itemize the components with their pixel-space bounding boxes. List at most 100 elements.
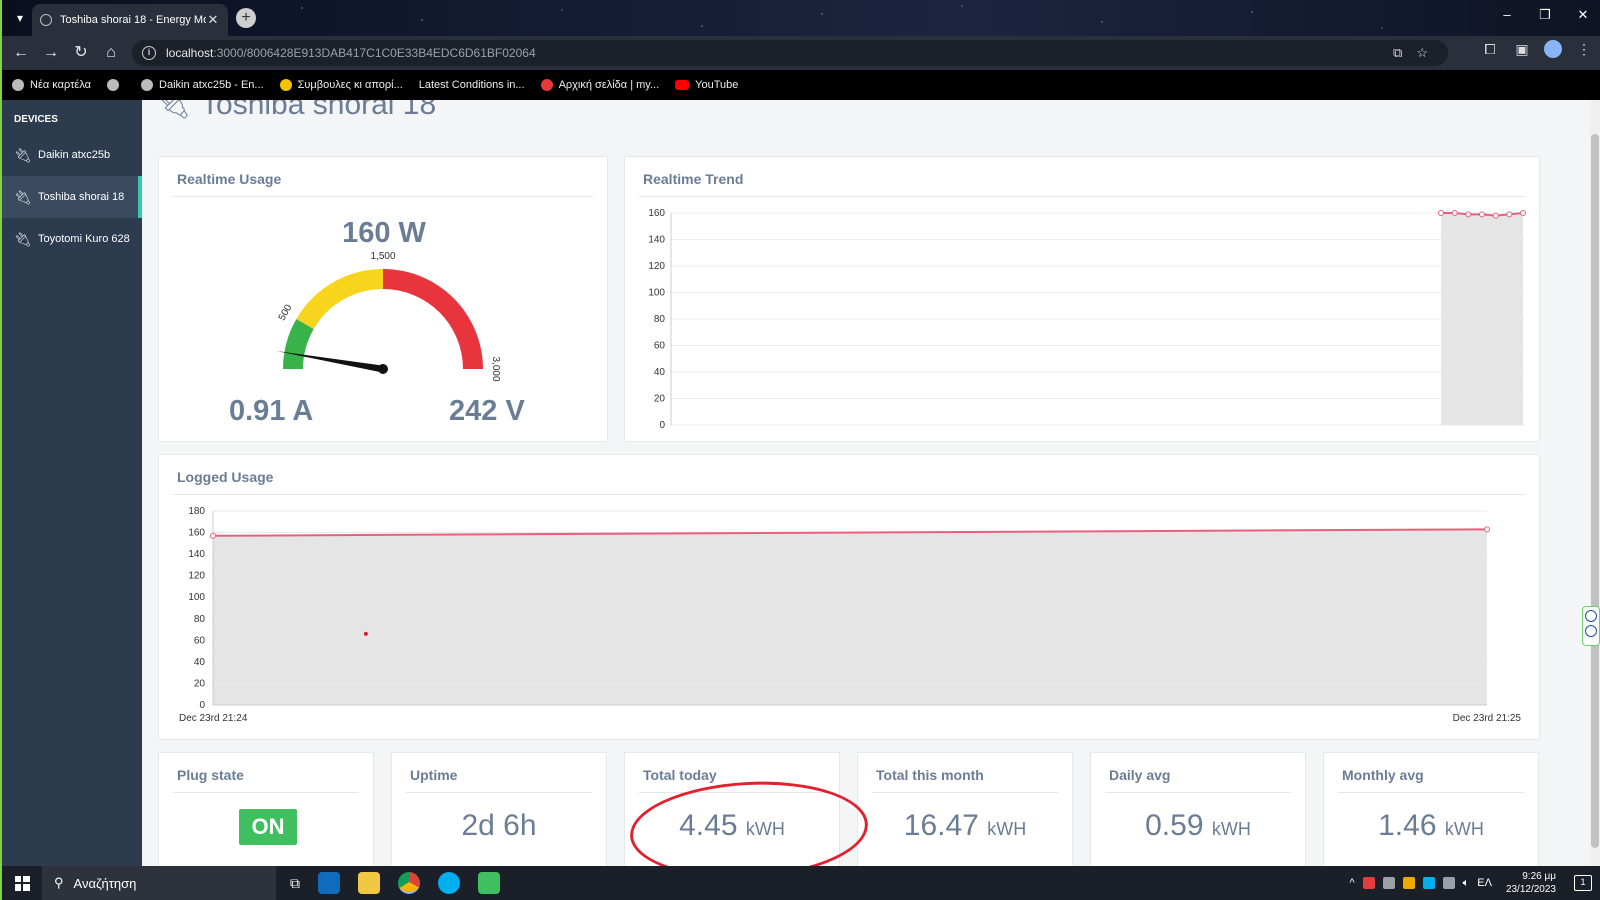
- taskbar-search[interactable]: ⚲ Αναζήτηση: [42, 866, 276, 900]
- widget-icon[interactable]: [1585, 625, 1597, 637]
- side-panel-icon[interactable]: ▣: [1512, 41, 1532, 58]
- forward-icon[interactable]: →: [36, 38, 66, 68]
- plug-icon: 🔌︎: [14, 188, 32, 205]
- sidebar-item-toshiba[interactable]: 🔌︎ Toshiba shorai 18: [2, 176, 142, 218]
- bookmark-item[interactable]: Αρχική σελίδα | my...: [540, 79, 660, 91]
- tab-search-icon[interactable]: ▾: [10, 8, 30, 28]
- skype-icon[interactable]: [438, 872, 460, 894]
- plug-state-card: Plug state ON: [158, 752, 374, 866]
- menu-icon[interactable]: ⋮: [1574, 41, 1594, 58]
- tray-app-icon[interactable]: [1382, 877, 1395, 889]
- sidebar-item-toyotomi[interactable]: 🔌︎ Toyotomi Kuro 628: [2, 218, 142, 260]
- notifications-icon[interactable]: 1: [1574, 875, 1592, 891]
- bookmark-label: Αρχική σελίδα | my...: [558, 79, 660, 91]
- bookmark-label: Latest Conditions in...: [418, 79, 525, 91]
- y-tick-label: 60: [194, 635, 206, 646]
- gauge-needle-hub: [378, 364, 388, 374]
- tray-app-icon[interactable]: [1422, 877, 1435, 889]
- card-title: Monthly avg: [1342, 767, 1424, 783]
- reload-icon[interactable]: ↻: [66, 38, 96, 68]
- divider: [1338, 792, 1524, 793]
- plug-icon: 🔌︎: [14, 230, 32, 247]
- bookmark-item[interactable]: Νέα καρτέλα: [12, 79, 91, 91]
- bookmark-item[interactable]: YouTube: [675, 79, 738, 91]
- network-icon[interactable]: [1442, 877, 1455, 889]
- home-app-icon[interactable]: [478, 872, 500, 894]
- monthly-avg-card: Monthly avg 1.46 kWH: [1323, 752, 1539, 866]
- close-window-icon[interactable]: ✕: [1564, 0, 1600, 30]
- window-controls: – ❐ ✕: [1488, 0, 1600, 36]
- outlook-icon[interactable]: [318, 872, 340, 894]
- sidebar-item-daikin[interactable]: 🔌︎ Daikin atxc25b: [2, 134, 142, 176]
- browser-tab[interactable]: Toshiba shorai 18 - Energy Moni ✕: [32, 4, 228, 36]
- y-tick-label: 160: [648, 208, 665, 219]
- divider: [639, 792, 825, 793]
- tray-app-icon[interactable]: [1402, 877, 1415, 889]
- gauge-tick-label: 3,000: [490, 356, 501, 381]
- stat-number: 16.47: [903, 809, 979, 842]
- file-explorer-icon[interactable]: [358, 872, 380, 894]
- realtime-usage-card: Realtime Usage 160 W 500 1,500 3,000 0.91 …: [158, 156, 608, 442]
- close-tab-icon[interactable]: ✕: [206, 12, 220, 28]
- uptime-card: Uptime 2d 6h: [391, 752, 607, 866]
- back-icon[interactable]: ←: [6, 38, 36, 68]
- sidebar-item-label: Toyotomi Kuro 628: [38, 233, 130, 245]
- stat-unit: kWH: [1444, 819, 1484, 839]
- tray-expand-icon[interactable]: ^: [1349, 877, 1354, 889]
- page-scrollbar[interactable]: [1590, 100, 1600, 866]
- bookmark-label: Νέα καρτέλα: [30, 79, 92, 91]
- tray-app-icon[interactable]: [1362, 877, 1375, 889]
- scroll-thumb[interactable]: [1591, 134, 1599, 848]
- card-title: Total today: [643, 767, 717, 783]
- close-widget-icon[interactable]: [1585, 610, 1597, 622]
- logged-usage-chart: 0 20 40 60 80 100 120 140 160 180 Dec 23rd 21:24 De…: [179, 506, 1521, 724]
- site-info-icon[interactable]: i: [142, 46, 156, 60]
- start-button[interactable]: [2, 866, 42, 900]
- page-title: 🔌︎ Toshiba shorai 18: [158, 100, 436, 122]
- browser-tab-bar: ▾ Toshiba shorai 18 - Energy Moni ✕ + – …: [2, 0, 1600, 36]
- bookmark-item[interactable]: Συμβουλες κι απορί...: [279, 79, 403, 91]
- minimize-icon[interactable]: –: [1488, 0, 1526, 30]
- logged-usage-card: Logged Usage 0 20 40 60 80 100 120 140 160 180 Dec…: [158, 454, 1540, 740]
- y-tick-label: 140: [648, 235, 665, 246]
- logged-point: [210, 532, 216, 539]
- stat-unit: kWH: [1211, 819, 1251, 839]
- plug-state-toggle[interactable]: ON: [239, 809, 297, 845]
- bookmark-star-icon[interactable]: ☆: [1416, 45, 1428, 61]
- card-title: Total this month: [876, 767, 984, 783]
- gauge-band-yellow: [296, 269, 383, 329]
- address-bar[interactable]: i localhost:3000/8006428E913DAB417C1C0E3…: [132, 40, 1448, 66]
- bookmark-item[interactable]: Latest Conditions in...: [419, 79, 525, 91]
- clock-time: 9:26 μμ: [1522, 871, 1556, 882]
- y-tick-label: 20: [194, 678, 206, 689]
- bookmark-label: Daikin atxc25b - En...: [159, 79, 264, 91]
- taskbar: ⚲ Αναζήτηση ⧉ ^ 🔈︎ ΕΛ 9:26 μμ 23/12/2023…: [2, 866, 1600, 900]
- total-today-value: 4.45 kWH: [625, 809, 839, 843]
- sidebar-item-label: Daikin atxc25b: [38, 149, 111, 161]
- restore-icon[interactable]: ❐: [1526, 0, 1564, 30]
- translate-icon[interactable]: ⧉: [1393, 45, 1402, 61]
- bookmark-item[interactable]: Daikin atxc25b - En...: [141, 79, 264, 91]
- language-indicator[interactable]: ΕΛ: [1477, 877, 1492, 889]
- volume-icon[interactable]: 🔈︎: [1463, 877, 1470, 890]
- y-tick-label: 100: [648, 288, 665, 299]
- y-tick-label: 80: [194, 614, 206, 625]
- bookmark-item[interactable]: [107, 79, 125, 91]
- gauge-band-green: [283, 319, 314, 369]
- trend-point: [1479, 211, 1485, 218]
- side-widget[interactable]: [1582, 606, 1600, 646]
- home-icon[interactable]: ⌂: [96, 38, 126, 68]
- url-path: :3000/8006428E913DAB417C1C0E33B4EDC6D61B…: [213, 46, 536, 60]
- trend-point: [1451, 210, 1458, 216]
- clock[interactable]: 9:26 μμ 23/12/2023: [1506, 870, 1556, 896]
- page-title-text: Toshiba shorai 18: [201, 100, 437, 121]
- x-tick-label-start: Dec 23rd 21:24: [179, 713, 248, 724]
- task-view-icon[interactable]: ⧉: [290, 875, 300, 892]
- profile-avatar[interactable]: [1544, 40, 1562, 58]
- sidebar-item-label: Toshiba shorai 18: [38, 191, 125, 203]
- chrome-icon[interactable]: [398, 872, 420, 894]
- y-tick-label: 40: [654, 367, 666, 378]
- extensions-icon[interactable]: ⧠: [1480, 41, 1500, 58]
- y-tick-label: 40: [194, 657, 206, 668]
- new-tab-button[interactable]: +: [236, 8, 256, 28]
